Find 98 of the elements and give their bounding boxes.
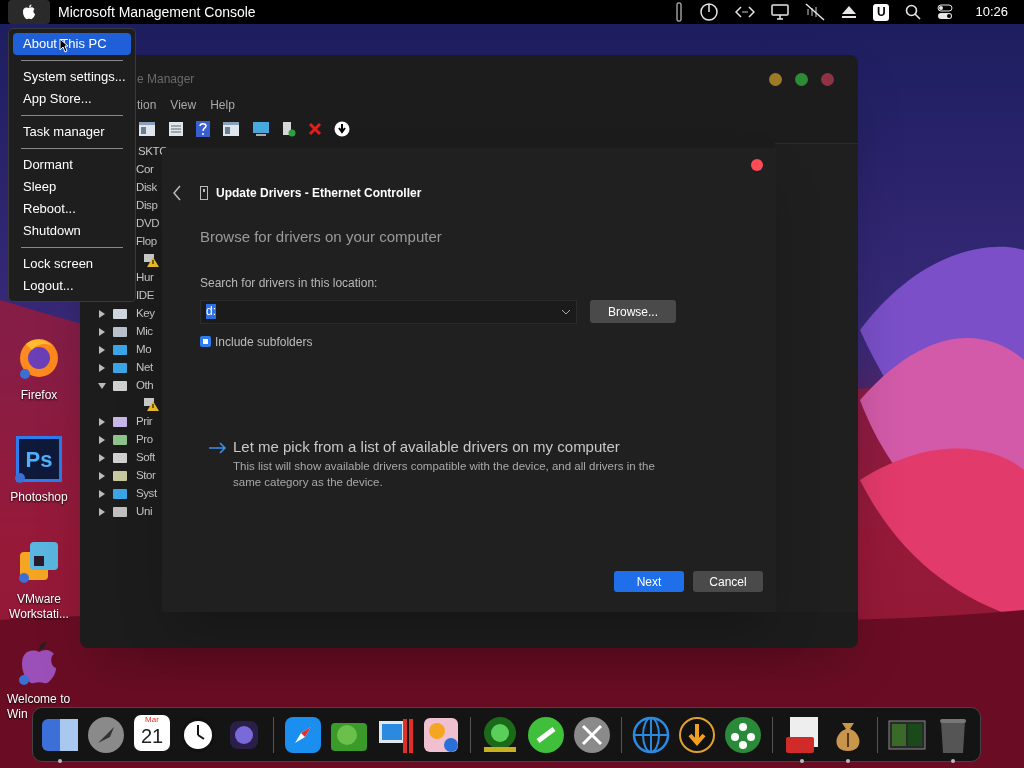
icon-label: Firefox — [19, 388, 59, 403]
tree-item[interactable]: Uni — [136, 503, 153, 521]
expand-arrow-icon[interactable] — [98, 454, 106, 462]
menu-item[interactable]: Reboot... — [13, 198, 131, 220]
tree-item[interactable]: Flop — [136, 233, 157, 251]
tree-item[interactable]: Disk — [136, 179, 157, 197]
browse-button[interactable]: Browse... — [590, 300, 676, 323]
menu-item[interactable]: Help — [210, 96, 235, 114]
people-icon[interactable] — [723, 714, 763, 755]
menu-item[interactable]: Sleep — [13, 176, 131, 198]
chevron-down-icon — [561, 308, 571, 315]
menu-item[interactable]: App Store... — [13, 88, 131, 110]
warning-icon — [143, 252, 159, 268]
tools-icon[interactable] — [572, 714, 612, 755]
power-icon — [699, 2, 720, 22]
tree-item[interactable]: Pro — [136, 431, 153, 449]
tree-item[interactable]: IDE — [136, 287, 154, 305]
dialog-title: Update Drivers - Ethernet Controller — [216, 185, 422, 202]
view-icon[interactable] — [138, 121, 156, 137]
icon-label: Win — [6, 707, 29, 722]
back-icon[interactable] — [172, 185, 182, 201]
field-value: d: — [206, 304, 216, 319]
tree-item[interactable]: Mo — [136, 341, 152, 359]
expand-arrow-icon[interactable] — [98, 364, 106, 372]
tree-item[interactable]: Oth — [136, 377, 154, 395]
arrow-right-icon — [208, 441, 227, 454]
download-icon[interactable] — [677, 714, 717, 755]
app-title: Microsoft Management Console — [58, 2, 256, 22]
properties-icon[interactable] — [168, 121, 184, 137]
tree-item[interactable]: Disp — [136, 197, 158, 215]
control-center-icon — [937, 4, 954, 20]
menu-item[interactable]: tion — [137, 96, 157, 114]
checkbox[interactable] — [200, 336, 211, 347]
menu-item[interactable]: Logout... — [13, 275, 131, 297]
next-button[interactable]: Next — [614, 571, 684, 592]
expand-arrow-icon[interactable] — [98, 436, 106, 444]
eject-icon — [841, 5, 858, 19]
running-indicator — [58, 758, 62, 763]
cancel-button[interactable]: Cancel — [693, 571, 763, 592]
help-icon[interactable] — [196, 121, 210, 137]
tree-item[interactable]: Syst — [136, 485, 157, 503]
location-combobox[interactable]: d: — [200, 299, 577, 324]
compass-icon[interactable] — [283, 714, 323, 755]
tree-item[interactable]: Mic — [136, 323, 153, 341]
tree-item[interactable]: Key — [136, 305, 155, 323]
apple-icon — [22, 4, 36, 20]
menu-item[interactable]: View — [170, 96, 197, 114]
menu-item[interactable]: Task manager — [13, 121, 131, 143]
tree-item[interactable]: Net — [136, 359, 153, 377]
search-icon — [905, 4, 922, 20]
running-indicator — [846, 758, 850, 763]
menu-item[interactable]: Shutdown — [13, 220, 131, 242]
tree-item[interactable]: Cor — [136, 161, 154, 179]
app-status-icon: U — [873, 3, 890, 21]
minimize-button[interactable] — [769, 72, 782, 86]
calendar-day: 21 — [140, 724, 164, 747]
option-link[interactable]: Let me pick from a list of available drivers on my computer — [233, 435, 673, 458]
running-indicator — [951, 758, 955, 763]
expand-arrow-icon[interactable] — [98, 418, 106, 426]
view-icon[interactable] — [222, 121, 240, 137]
apple-menu-button[interactable] — [8, 0, 50, 24]
field-label: Search for drivers in this location: — [200, 274, 379, 292]
expand-arrow-icon[interactable] — [98, 508, 106, 516]
menu-item[interactable]: Dormant — [13, 154, 131, 176]
warning-icon — [143, 396, 159, 412]
muted-icon — [805, 3, 826, 21]
expand-arrow-icon[interactable] — [98, 472, 106, 480]
icon-label: Photoshop — [9, 490, 69, 505]
icon-label: VMware Workstati... — [8, 592, 70, 622]
menu-item[interactable]: System settings... — [13, 66, 131, 88]
clock: 10:26 — [975, 3, 1008, 22]
tree-item[interactable]: Stor — [136, 467, 156, 485]
add-driver-icon[interactable] — [282, 121, 296, 137]
remove-icon[interactable] — [308, 122, 322, 136]
expand-arrow-icon[interactable] — [98, 490, 106, 498]
globe-icon[interactable] — [631, 714, 671, 755]
window-title: e Manager — [137, 71, 195, 88]
option-description: This list will show available drivers compatible with the device, and all drivers in the same category as the device. — [233, 459, 656, 490]
expand-arrow-icon[interactable] — [98, 346, 106, 354]
running-indicator — [800, 758, 804, 763]
photoshop-icon: Ps — [16, 436, 62, 482]
collapse-arrow-icon[interactable] — [98, 382, 106, 390]
tree-item[interactable]: Soft — [136, 449, 155, 467]
calendar-month: Mar — [145, 714, 159, 725]
tree-item[interactable]: DVD — [136, 215, 160, 233]
checkbox-label: Include subfolders — [215, 333, 313, 351]
expand-arrow-icon[interactable] — [98, 328, 106, 336]
maximize-button[interactable] — [795, 72, 808, 86]
heading: Browse for drivers on your computer — [200, 227, 443, 247]
menu-item[interactable]: Lock screen — [13, 253, 131, 275]
download-icon[interactable] — [334, 121, 350, 137]
tree-item[interactable]: Prir — [136, 413, 153, 431]
icon-label: Welcome to — [6, 692, 72, 707]
calendar-icon[interactable]: Mar 21 — [134, 714, 170, 751]
close-button[interactable] — [751, 159, 763, 171]
expand-arrow-icon[interactable] — [98, 310, 106, 318]
code-icon — [735, 5, 756, 19]
tree-item[interactable]: Hur — [136, 269, 154, 287]
